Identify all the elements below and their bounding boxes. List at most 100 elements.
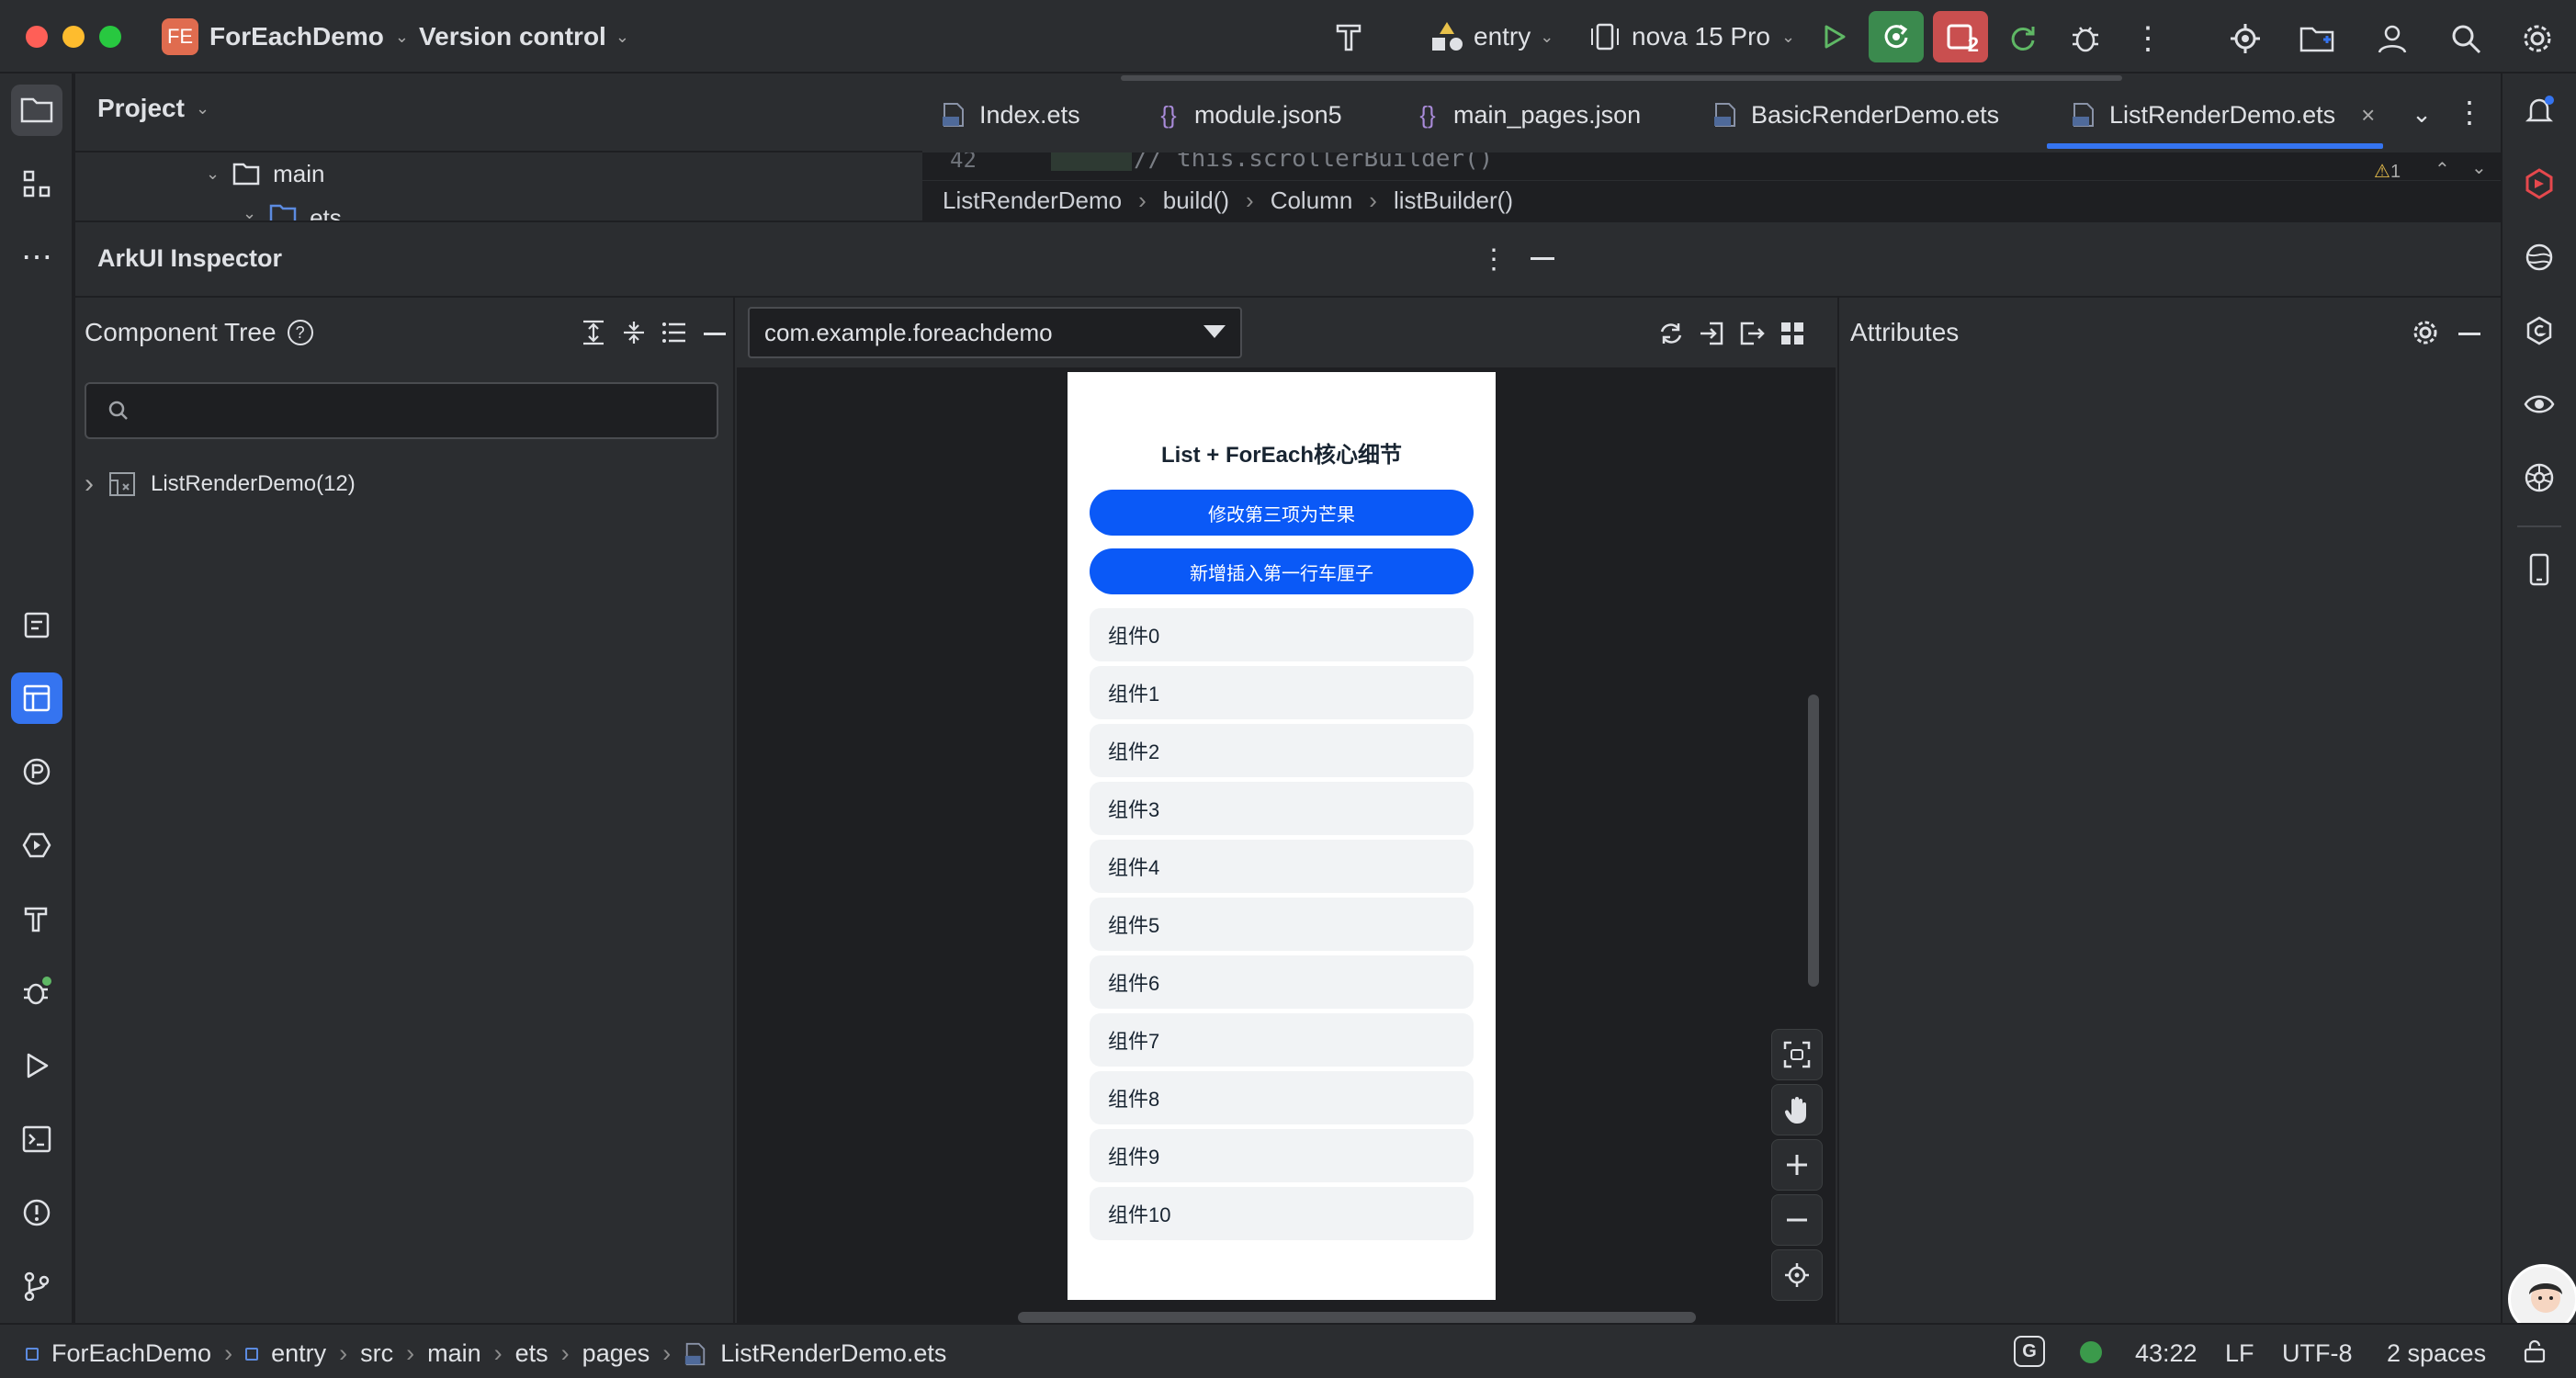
grid-view-icon[interactable]	[1777, 318, 1808, 349]
account-icon[interactable]	[2372, 18, 2412, 59]
more-vertical-icon[interactable]: ⋮	[2453, 94, 2486, 130]
list-item[interactable]: 组件8	[1090, 1071, 1474, 1124]
help-icon[interactable]: ?	[287, 320, 313, 345]
breadcrumb-item[interactable]: build()	[1163, 186, 1229, 215]
tree-node-ets[interactable]: ⌄ ets	[243, 204, 342, 220]
zoom-out-icon[interactable]	[1771, 1194, 1823, 1246]
problems-icon[interactable]	[11, 1187, 62, 1238]
build-hammer-icon[interactable]	[1330, 17, 1371, 57]
chevron-down-icon[interactable]: ⌄	[2471, 156, 2487, 179]
path-item[interactable]: entry	[271, 1339, 326, 1368]
path-item[interactable]: pages	[582, 1339, 650, 1368]
minimize-panel-icon[interactable]	[2458, 333, 2480, 335]
chevron-right-icon[interactable]: ›	[85, 469, 94, 500]
tree-node-root[interactable]: › ListRenderDemo(12)	[85, 469, 356, 500]
search-icon[interactable]	[2446, 18, 2486, 59]
device-selector[interactable]: nova 15 Pro ⌄	[1589, 18, 1795, 55]
tab-basicrenderdemo-ets[interactable]: BasicRenderDemo.ets	[1712, 73, 1999, 156]
vcs-menu[interactable]: Version control ⌄	[419, 18, 629, 55]
gradle-g-icon[interactable]	[2514, 305, 2565, 356]
list-item[interactable]: 组件6	[1090, 955, 1474, 1009]
profiler-icon[interactable]	[11, 746, 62, 797]
list-item[interactable]: 组件7	[1090, 1013, 1474, 1067]
breadcrumb-item[interactable]: Column	[1271, 186, 1353, 215]
refresh-icon[interactable]	[1655, 318, 1687, 349]
more-vertical-icon[interactable]: ⋮	[2130, 18, 2166, 59]
tab-list-chevron-icon[interactable]: ⌄	[2403, 96, 2440, 132]
services-icon[interactable]	[11, 819, 62, 871]
path-item[interactable]: src	[360, 1339, 393, 1368]
status-ok-indicator[interactable]	[2080, 1341, 2102, 1363]
list-item[interactable]: 组件3	[1090, 782, 1474, 835]
notifications-bell-icon[interactable]	[2514, 85, 2565, 136]
list-view-icon[interactable]	[658, 316, 691, 349]
tab-index-ets[interactable]: Index.ets	[941, 73, 1080, 156]
debug-icon[interactable]	[2065, 18, 2106, 59]
process-select[interactable]: com.example.foreachdemo	[748, 307, 1242, 358]
eye-icon[interactable]	[2514, 378, 2565, 430]
run-tool-icon[interactable]	[11, 1040, 62, 1091]
project-selector[interactable]: FE ForEachDemo ⌄	[162, 18, 409, 55]
settings-gear-icon[interactable]	[2517, 18, 2558, 59]
project-folder-icon[interactable]	[11, 85, 62, 136]
terminal-icon[interactable]	[11, 1113, 62, 1165]
list-item[interactable]: 组件5	[1090, 898, 1474, 951]
close-tab-icon[interactable]: ×	[2361, 101, 2375, 130]
run-icon[interactable]	[1815, 18, 1852, 55]
list-item[interactable]: 组件2	[1090, 724, 1474, 777]
insert-first-row-button[interactable]: 新增插入第一行车厘子	[1090, 548, 1474, 594]
screenshot-capture-icon[interactable]	[1771, 1029, 1823, 1080]
list-item[interactable]: 组件0	[1090, 608, 1474, 661]
settings-gear-icon[interactable]	[2409, 316, 2442, 349]
breadcrumb-item[interactable]: listBuilder()	[1394, 186, 1513, 215]
expand-all-icon[interactable]	[577, 316, 610, 349]
vertical-scrollbar[interactable]	[1808, 695, 1819, 987]
import-icon[interactable]	[1696, 318, 1727, 349]
chevron-up-icon[interactable]: ⌃	[2435, 158, 2450, 181]
line-ending[interactable]: LF	[2225, 1339, 2254, 1368]
ai-agent-icon[interactable]	[2514, 452, 2565, 503]
read-only-lock-icon[interactable]	[2519, 1336, 2550, 1367]
todo-icon[interactable]	[11, 599, 62, 650]
minimize-panel-icon[interactable]	[1531, 257, 1554, 260]
component-search-input[interactable]	[85, 382, 718, 439]
minimize-panel-icon[interactable]	[704, 333, 726, 335]
inspection-g-icon[interactable]: G	[2014, 1336, 2045, 1367]
locate-target-icon[interactable]	[2225, 18, 2265, 59]
minimize-window-button[interactable]	[62, 26, 85, 48]
git-branch-icon[interactable]	[11, 1260, 62, 1312]
horizontal-scrollbar[interactable]	[1018, 1312, 1696, 1323]
zoom-in-icon[interactable]	[1771, 1139, 1823, 1191]
path-item[interactable]: ForEachDemo	[51, 1339, 211, 1368]
more-vertical-icon[interactable]: ⋮	[1477, 241, 1510, 277]
tab-main-pages-json[interactable]: {} main_pages.json	[1415, 73, 1641, 156]
arkui-inspector-tool-icon[interactable]	[11, 672, 62, 724]
export-icon[interactable]	[1736, 318, 1768, 349]
build-tool-icon[interactable]	[11, 893, 62, 944]
rerun-icon[interactable]	[2003, 18, 2043, 59]
modify-third-item-button[interactable]: 修改第三项为芒果	[1090, 490, 1474, 536]
tree-node-main[interactable]: ⌄ main	[206, 160, 324, 188]
debug-tool-icon[interactable]	[11, 966, 62, 1018]
list-item[interactable]: 组件9	[1090, 1129, 1474, 1182]
run-config-selector[interactable]: entry ⌄	[1429, 18, 1554, 55]
file-encoding[interactable]: UTF-8	[2282, 1339, 2353, 1368]
structure-icon[interactable]	[11, 158, 62, 209]
close-window-button[interactable]	[26, 26, 48, 48]
path-item[interactable]: ListRenderDemo.ets	[720, 1339, 946, 1368]
stop-button[interactable]: 2	[1933, 11, 1988, 62]
device-manager-icon[interactable]	[2514, 544, 2565, 595]
apply-changes-icon[interactable]	[1869, 11, 1924, 62]
list-item[interactable]: 组件1	[1090, 666, 1474, 719]
indent-setting[interactable]: 2 spaces	[2387, 1339, 2486, 1368]
tab-module-json5[interactable]: {} module.json5	[1156, 73, 1341, 156]
path-item[interactable]: ets	[515, 1339, 548, 1368]
path-item[interactable]: main	[427, 1339, 481, 1368]
list-item[interactable]: 组件4	[1090, 840, 1474, 893]
breadcrumb-item[interactable]: ListRenderDemo	[943, 186, 1122, 215]
collapse-all-icon[interactable]	[617, 316, 650, 349]
hand-pan-icon[interactable]	[1771, 1084, 1823, 1135]
list-item[interactable]: 组件10	[1090, 1187, 1474, 1240]
folder-icon[interactable]	[2297, 18, 2337, 59]
cursor-position[interactable]: 43:22	[2135, 1339, 2198, 1368]
